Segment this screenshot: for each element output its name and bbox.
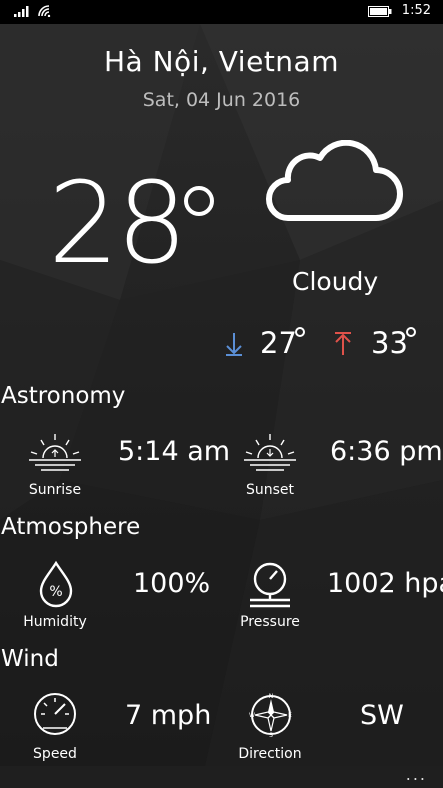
section-title-atmosphere: Atmosphere — [1, 514, 141, 540]
speed-value: 7 mph — [125, 700, 212, 731]
high-temperature: 33 — [371, 326, 408, 360]
humidity-icon: % — [39, 560, 73, 608]
status-bar: 1:52 — [0, 0, 443, 24]
high-degree-symbol — [406, 327, 416, 337]
status-time: 1:52 — [401, 3, 431, 18]
sunrise-icon — [29, 434, 81, 471]
section-title-wind: Wind — [1, 646, 59, 672]
current-date: Sat, 04 Jun 2016 — [142, 89, 301, 111]
battery-icon — [368, 6, 392, 17]
compass-south-label: S — [269, 732, 273, 738]
sunset-icon — [244, 434, 296, 471]
sunrise-value: 5:14 am — [118, 436, 231, 467]
signal-icon — [14, 6, 29, 17]
sunrise-label: Sunrise — [28, 482, 82, 498]
humidity-label: Humidity — [23, 614, 87, 630]
compass-icon: N E S W — [249, 693, 292, 738]
sunset-label: Sunset — [245, 482, 295, 498]
direction-label: Direction — [238, 746, 302, 762]
sunset-value: 6:36 pm — [330, 436, 443, 467]
compass-east-label: E — [288, 712, 292, 719]
low-degree-symbol — [295, 327, 305, 337]
pressure-value: 1002 hpa — [327, 568, 443, 599]
arrow-up-icon — [335, 332, 351, 355]
pressure-icon — [250, 562, 290, 608]
speed-label: Speed — [33, 746, 77, 762]
weather-condition: Cloudy — [292, 267, 379, 296]
section-title-astronomy: Astronomy — [1, 383, 126, 409]
city-name: Hà Nội, Vietnam — [104, 45, 339, 78]
more-options-button[interactable]: ... — [406, 765, 427, 784]
svg-text:%: % — [49, 584, 62, 600]
low-temperature: 27 — [260, 326, 297, 360]
degree-symbol — [184, 186, 214, 216]
wifi-icon — [38, 5, 51, 17]
cloud-icon — [266, 140, 403, 221]
arrow-down-icon — [226, 333, 242, 356]
compass-north-label: N — [269, 693, 274, 700]
current-temperature: 28 — [48, 159, 188, 289]
compass-west-label: W — [249, 712, 255, 719]
direction-value: SW — [360, 700, 404, 731]
speedometer-icon — [34, 693, 76, 735]
humidity-value: 100% — [133, 568, 211, 599]
pressure-label: Pressure — [240, 614, 300, 630]
weather-page: Hà Nội, Vietnam Sat, 04 Jun 2016 28 Clou… — [0, 0, 443, 788]
app-bar — [0, 766, 443, 788]
